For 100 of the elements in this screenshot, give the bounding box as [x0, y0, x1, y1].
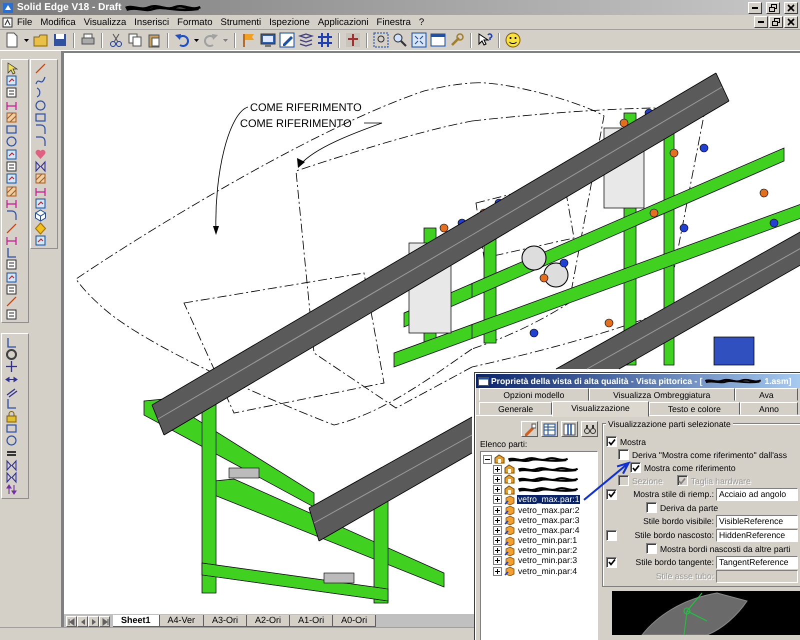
expander-icon[interactable]: [493, 556, 502, 566]
expander-icon[interactable]: [493, 495, 502, 504]
fillet-icon[interactable]: [5, 209, 18, 222]
copy-icon[interactable]: [127, 32, 143, 48]
save-icon[interactable]: [52, 32, 68, 48]
tree-item[interactable]: vetro_max.par:2: [517, 506, 580, 515]
dialog-tab[interactable]: Testo e colore: [648, 402, 740, 415]
lock-icon[interactable]: [5, 410, 18, 423]
sheet-tab[interactable]: A4-Ver: [160, 615, 204, 627]
first-sheet-button[interactable]: [66, 616, 77, 627]
menu-item[interactable]: Applicazioni: [314, 16, 373, 28]
view-icon[interactable]: [5, 74, 18, 87]
menu-item[interactable]: Finestra: [372, 16, 415, 28]
ring-icon[interactable]: [5, 348, 18, 362]
undo-icon[interactable]: [174, 32, 190, 48]
fillet-icon[interactable]: [34, 123, 47, 136]
expander-icon[interactable]: [493, 566, 502, 576]
checkbox[interactable]: [630, 462, 641, 473]
sheet-tab[interactable]: A3-Ori: [204, 615, 248, 627]
tree-item[interactable]: vetro_min.par:4: [517, 566, 578, 576]
checkbox[interactable]: [606, 488, 617, 500]
sheet-tab[interactable]: Sheet1: [113, 615, 160, 627]
expander-icon[interactable]: [493, 546, 502, 556]
hatch-icon[interactable]: [5, 184, 18, 198]
menu-item[interactable]: Visualizza: [80, 16, 130, 28]
restore-button[interactable]: [766, 2, 780, 14]
dialog-tab[interactable]: Anno: [740, 402, 798, 415]
zoom-area-icon[interactable]: [373, 32, 389, 48]
style-field[interactable]: VisibleReference: [716, 514, 798, 528]
checkbox[interactable]: [646, 543, 657, 554]
box-icon[interactable]: [5, 86, 18, 100]
minimize-button[interactable]: [748, 2, 762, 14]
edit-icon[interactable]: [279, 32, 295, 48]
menu-item[interactable]: File: [13, 16, 36, 28]
checkbox[interactable]: [646, 502, 657, 513]
menu-item[interactable]: Formato: [173, 16, 217, 28]
box-icon[interactable]: [5, 308, 18, 321]
angle-icon[interactable]: [5, 246, 18, 260]
dialog-tab[interactable]: Visualizzazione: [552, 401, 649, 417]
view-icon[interactable]: [5, 172, 18, 186]
zoom-icon[interactable]: [392, 32, 408, 48]
sheet-tab[interactable]: A0-Ori: [333, 615, 376, 627]
symmetry-icon[interactable]: [34, 160, 47, 174]
tree-item[interactable]: vetro_min.par:1: [517, 536, 578, 546]
monitor-icon[interactable]: [260, 32, 276, 48]
table-button[interactable]: [541, 421, 558, 437]
menu-item[interactable]: Modifica: [36, 16, 80, 28]
grid-icon[interactable]: [317, 32, 333, 48]
box-icon[interactable]: [5, 160, 18, 174]
menu-item[interactable]: Ispezione: [265, 16, 314, 28]
symmetry-icon[interactable]: [5, 471, 18, 484]
restore-button[interactable]: [769, 16, 783, 28]
view-icon[interactable]: [5, 270, 18, 284]
circle-icon[interactable]: [5, 434, 18, 448]
expander-icon[interactable]: [493, 526, 502, 535]
pointer-icon[interactable]: [5, 62, 18, 75]
expander-icon[interactable]: [493, 506, 502, 515]
paste-icon[interactable]: [146, 32, 162, 48]
expander-icon[interactable]: [493, 536, 502, 546]
view-icon[interactable]: [34, 196, 47, 210]
crosshair-icon[interactable]: [345, 32, 361, 48]
rectangle-icon[interactable]: [34, 110, 47, 124]
previous-sheet-button[interactable]: [77, 616, 88, 627]
checkbox[interactable]: [606, 436, 617, 447]
cut-icon[interactable]: [108, 32, 124, 48]
rectangle-icon[interactable]: [5, 123, 18, 136]
box-icon[interactable]: [5, 283, 18, 296]
style-field[interactable]: Acciaio ad angolo: [716, 488, 798, 500]
close-button[interactable]: [784, 2, 798, 14]
split-arrows-icon[interactable]: [5, 483, 18, 496]
circle-icon[interactable]: [5, 135, 18, 148]
window-icon[interactable]: [430, 32, 446, 48]
expander-icon[interactable]: [483, 454, 492, 464]
tree-item[interactable]: vetro_min.par:2: [517, 546, 578, 556]
last-sheet-button[interactable]: [99, 616, 110, 627]
checkbox[interactable]: [618, 449, 629, 460]
hatch-icon[interactable]: [5, 110, 18, 124]
rectangle-icon[interactable]: [5, 422, 18, 435]
angle-icon[interactable]: [5, 397, 18, 410]
tree-item[interactable]: vetro_min.par:3: [517, 556, 578, 566]
circle-icon[interactable]: [34, 98, 47, 112]
view-icon[interactable]: [34, 234, 47, 247]
cross-icon[interactable]: [5, 360, 18, 374]
binoculars-button[interactable]: [581, 421, 598, 437]
menu-item[interactable]: Strumenti: [216, 16, 266, 28]
pencil-button[interactable]: [521, 421, 538, 437]
expander-icon[interactable]: [493, 485, 502, 494]
tree-item[interactable]: vetro_max.par:4: [517, 526, 580, 535]
fit-icon[interactable]: [411, 32, 427, 48]
menu-item[interactable]: ?: [414, 16, 428, 28]
layers-icon[interactable]: [298, 32, 314, 48]
angle-icon[interactable]: [5, 336, 18, 349]
hatch-icon[interactable]: [34, 172, 47, 186]
expander-icon[interactable]: [493, 464, 502, 474]
line-icon[interactable]: [34, 62, 47, 75]
next-sheet-button[interactable]: [88, 616, 99, 627]
fillet-icon[interactable]: [34, 135, 47, 148]
tree-item[interactable]: vetro_max.par:1: [517, 495, 580, 504]
smiley-icon[interactable]: [505, 32, 521, 48]
new-file-icon[interactable]: [4, 32, 20, 48]
